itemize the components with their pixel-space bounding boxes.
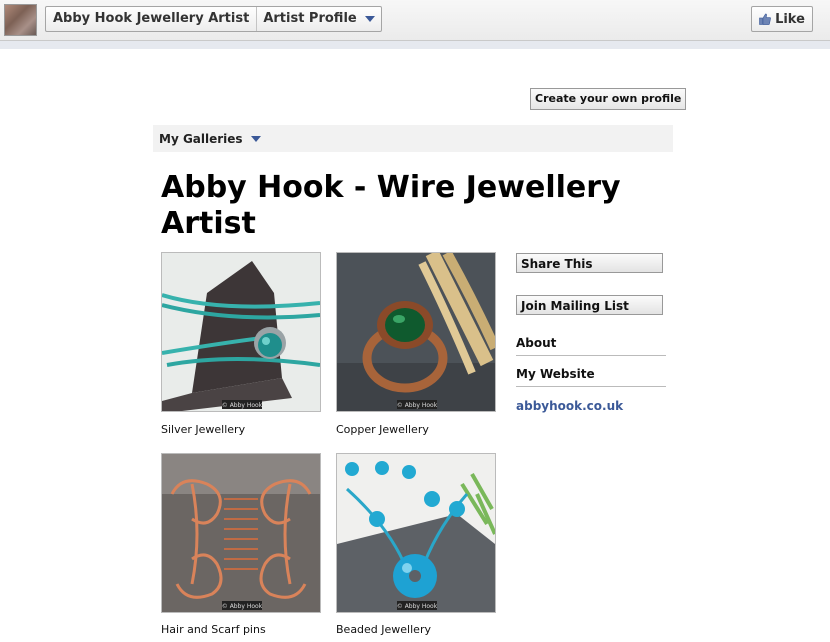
- top-bar-shadow: [0, 41, 830, 49]
- galleries-dropdown[interactable]: My Galleries: [153, 125, 673, 152]
- galleries-label: My Galleries: [159, 131, 243, 146]
- chevron-down-icon: [364, 16, 375, 22]
- top-bar: Abby Hook Jewellery Artist Artist Profil…: [0, 0, 830, 41]
- watermark: © Abby Hook: [397, 402, 438, 409]
- share-button[interactable]: Share This: [516, 253, 663, 273]
- watermark: © Abby Hook: [222, 603, 263, 610]
- join-mailing-list-button[interactable]: Join Mailing List: [516, 295, 663, 315]
- page-name-link[interactable]: Abby Hook Jewellery Artist: [46, 7, 256, 31]
- like-label: Like: [775, 11, 805, 27]
- gallery-image-silver[interactable]: © Abby Hook: [161, 252, 321, 412]
- my-website-heading: My Website: [516, 367, 595, 381]
- divider: [516, 355, 666, 356]
- gallery-image-hairpin[interactable]: © Abby Hook: [161, 453, 321, 613]
- gallery-caption[interactable]: Hair and Scarf pins: [161, 623, 266, 636]
- gallery-caption[interactable]: Copper Jewellery: [336, 423, 429, 436]
- app-tab-label: Artist Profile: [263, 11, 357, 26]
- page-thumbnail[interactable]: [4, 4, 37, 36]
- chevron-down-icon: [250, 135, 261, 142]
- page-title: Abby Hook - Wire Jewellery Artist: [161, 170, 621, 241]
- watermark: © Abby Hook: [397, 603, 438, 610]
- page-title-group: Abby Hook Jewellery Artist Artist Profil…: [45, 6, 382, 32]
- like-button[interactable]: Like: [751, 6, 813, 32]
- about-link[interactable]: About: [516, 336, 666, 350]
- gallery-image-beaded[interactable]: © Abby Hook: [336, 453, 496, 613]
- divider: [516, 386, 666, 387]
- website-link[interactable]: abbyhook.co.uk: [516, 399, 623, 413]
- watermark: © Abby Hook: [222, 402, 263, 409]
- thumbs-up-icon: [759, 13, 771, 25]
- gallery-caption[interactable]: Silver Jewellery: [161, 423, 245, 436]
- gallery-image-copper[interactable]: © Abby Hook: [336, 252, 496, 412]
- create-profile-button[interactable]: Create your own profile: [530, 88, 687, 110]
- app-tab-dropdown[interactable]: Artist Profile: [256, 7, 380, 31]
- gallery-caption[interactable]: Beaded Jewellery: [336, 623, 431, 636]
